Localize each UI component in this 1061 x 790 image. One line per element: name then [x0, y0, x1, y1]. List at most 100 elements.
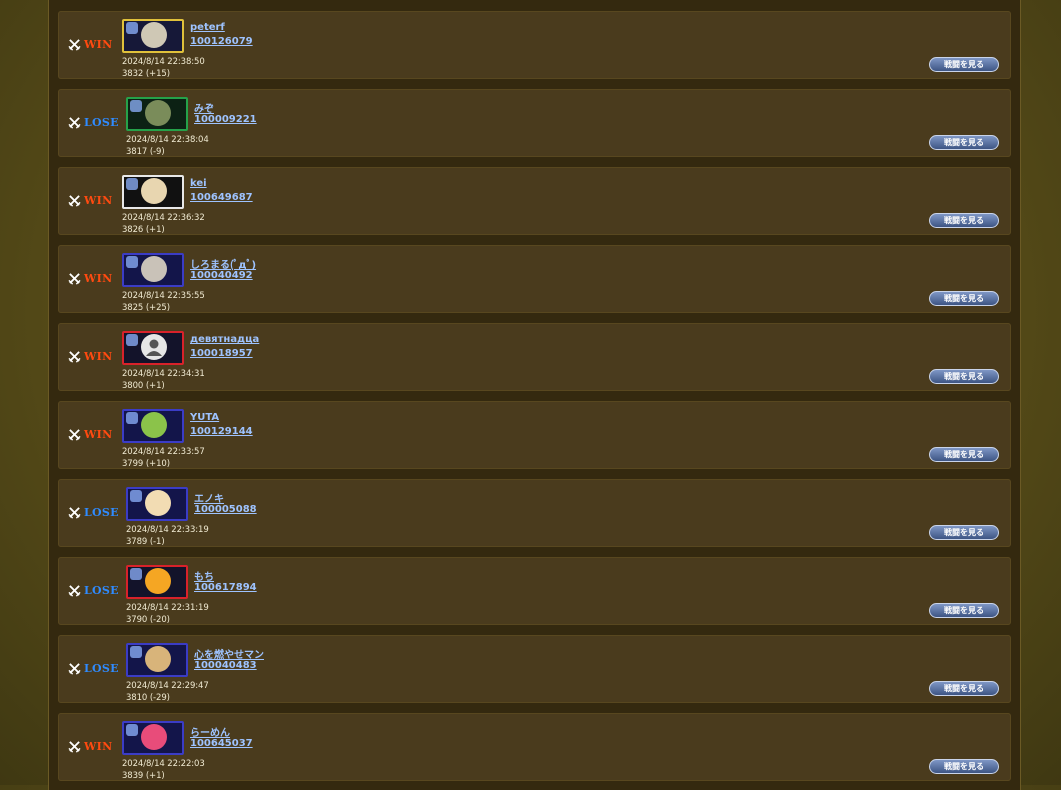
- avatar-badge-icon: [130, 646, 142, 658]
- opponent-name-link[interactable]: みぞ: [194, 100, 214, 115]
- battle-result-label: LOSE: [84, 116, 119, 129]
- opponent-id-link[interactable]: 100649687: [190, 192, 253, 203]
- battle-rating: 3799 (+10): [122, 459, 170, 469]
- opponent-avatar[interactable]: [122, 331, 184, 365]
- battle-row: WIN しろまる(ﾟдﾟ) 100040492 2024/8/14 22:35:…: [58, 245, 1011, 313]
- crossed-swords-icon: [68, 429, 81, 441]
- opponent-avatar[interactable]: [126, 643, 188, 677]
- opponent-avatar-image: [141, 22, 167, 48]
- battle-result: WIN: [68, 740, 112, 753]
- view-battle-button[interactable]: 戦闘を見る: [929, 135, 999, 150]
- battle-row: LOSE もち 100617894 2024/8/14 22:31:19 379…: [58, 557, 1011, 625]
- battle-rating: 3810 (-29): [126, 693, 170, 703]
- battle-result: LOSE: [68, 662, 119, 675]
- crossed-swords-icon: [68, 507, 81, 519]
- battle-datetime: 2024/8/14 22:22:03: [122, 759, 205, 769]
- avatar-badge-icon: [130, 100, 142, 112]
- opponent-avatar-image: [145, 646, 171, 672]
- opponent-id-link[interactable]: 100018957: [190, 348, 253, 359]
- opponent-name-link[interactable]: 心を燃やせマン: [194, 646, 264, 661]
- opponent-avatar[interactable]: [122, 175, 184, 209]
- opponent-name-link[interactable]: もち: [194, 568, 214, 583]
- opponent-id-link[interactable]: 100005088: [194, 504, 257, 515]
- battle-rating: 3800 (+1): [122, 381, 165, 391]
- battle-row: WIN peterf 100126079 2024/8/14 22:38:50 …: [58, 11, 1011, 79]
- avatar-badge-icon: [126, 334, 138, 346]
- avatar-badge-icon: [126, 724, 138, 736]
- battle-datetime: 2024/8/14 22:33:19: [126, 525, 209, 535]
- battle-rating: 3790 (-20): [126, 615, 170, 625]
- view-battle-button[interactable]: 戦闘を見る: [929, 57, 999, 72]
- opponent-avatar-image: [141, 412, 167, 438]
- battle-rating: 3839 (+1): [122, 771, 165, 781]
- battle-result: WIN: [68, 194, 112, 207]
- battle-rating: 3789 (-1): [126, 537, 165, 547]
- opponent-id-link[interactable]: 100617894: [194, 582, 257, 593]
- battle-row: WIN YUTA 100129144 2024/8/14 22:33:57 37…: [58, 401, 1011, 469]
- opponent-avatar-image: [141, 724, 167, 750]
- crossed-swords-icon: [68, 195, 81, 207]
- battle-rating: 3825 (+25): [122, 303, 170, 313]
- battle-result-label: LOSE: [84, 584, 119, 597]
- opponent-avatar[interactable]: [122, 409, 184, 443]
- opponent-avatar-image: [145, 568, 171, 594]
- battle-row: WIN らーめん 100645037 2024/8/14 22:22:03 38…: [58, 713, 1011, 781]
- crossed-swords-icon: [68, 117, 81, 129]
- battle-rating: 3826 (+1): [122, 225, 165, 235]
- view-battle-button[interactable]: 戦闘を見る: [929, 525, 999, 540]
- battle-result: WIN: [68, 38, 112, 51]
- battle-result: WIN: [68, 350, 112, 363]
- crossed-swords-icon: [68, 39, 81, 51]
- battle-datetime: 2024/8/14 22:35:55: [122, 291, 205, 301]
- battle-row: LOSE みぞ 100009221 2024/8/14 22:38:04 381…: [58, 89, 1011, 157]
- crossed-swords-icon: [68, 663, 81, 675]
- opponent-id-link[interactable]: 100126079: [190, 36, 253, 47]
- battle-datetime: 2024/8/14 22:31:19: [126, 603, 209, 613]
- battle-result-label: WIN: [84, 38, 113, 51]
- battle-result: LOSE: [68, 584, 119, 597]
- avatar-badge-icon: [130, 568, 142, 580]
- opponent-name-link[interactable]: девятнадцa: [190, 334, 259, 345]
- opponent-id-link[interactable]: 100009221: [194, 114, 257, 125]
- avatar-badge-icon: [130, 490, 142, 502]
- opponent-avatar[interactable]: [126, 565, 188, 599]
- battle-row: LOSE エノキ 100005088 2024/8/14 22:33:19 37…: [58, 479, 1011, 547]
- view-battle-button[interactable]: 戦闘を見る: [929, 369, 999, 384]
- battle-result-label: LOSE: [84, 662, 119, 675]
- crossed-swords-icon: [68, 741, 81, 753]
- opponent-id-link[interactable]: 100040483: [194, 660, 257, 671]
- battle-row: WIN девятнадцa 100018957 2024/8/14 22:34…: [58, 323, 1011, 391]
- opponent-id-link[interactable]: 100040492: [190, 270, 253, 281]
- view-battle-button[interactable]: 戦闘を見る: [929, 603, 999, 618]
- battle-result-label: WIN: [84, 350, 113, 363]
- opponent-id-link[interactable]: 100645037: [190, 738, 253, 749]
- opponent-name-link[interactable]: しろまる(ﾟдﾟ): [190, 256, 256, 271]
- opponent-avatar-image: [141, 178, 167, 204]
- view-battle-button[interactable]: 戦闘を見る: [929, 759, 999, 774]
- battle-result-label: WIN: [84, 428, 113, 441]
- opponent-avatar[interactable]: [122, 19, 184, 53]
- battle-rating: 3817 (-9): [126, 147, 165, 157]
- view-battle-button[interactable]: 戦闘を見る: [929, 213, 999, 228]
- view-battle-button[interactable]: 戦闘を見る: [929, 447, 999, 462]
- opponent-name-link[interactable]: YUTA: [190, 412, 219, 423]
- battle-row: WIN kei 100649687 2024/8/14 22:36:32 382…: [58, 167, 1011, 235]
- crossed-swords-icon: [68, 585, 81, 597]
- opponent-name-link[interactable]: エノキ: [194, 490, 224, 505]
- opponent-avatar[interactable]: [122, 721, 184, 755]
- opponent-name-link[interactable]: kei: [190, 178, 207, 189]
- opponent-avatar[interactable]: [126, 487, 188, 521]
- view-battle-button[interactable]: 戦闘を見る: [929, 291, 999, 306]
- opponent-avatar[interactable]: [126, 97, 188, 131]
- opponent-avatar-image: [141, 256, 167, 282]
- opponent-name-link[interactable]: peterf: [190, 22, 225, 33]
- battle-datetime: 2024/8/14 22:38:04: [126, 135, 209, 145]
- opponent-name-link[interactable]: らーめん: [190, 724, 230, 739]
- crossed-swords-icon: [68, 273, 81, 285]
- battle-result: LOSE: [68, 506, 119, 519]
- avatar-badge-icon: [126, 256, 138, 268]
- opponent-avatar[interactable]: [122, 253, 184, 287]
- opponent-id-link[interactable]: 100129144: [190, 426, 253, 437]
- view-battle-button[interactable]: 戦闘を見る: [929, 681, 999, 696]
- opponent-avatar-image: [145, 490, 171, 516]
